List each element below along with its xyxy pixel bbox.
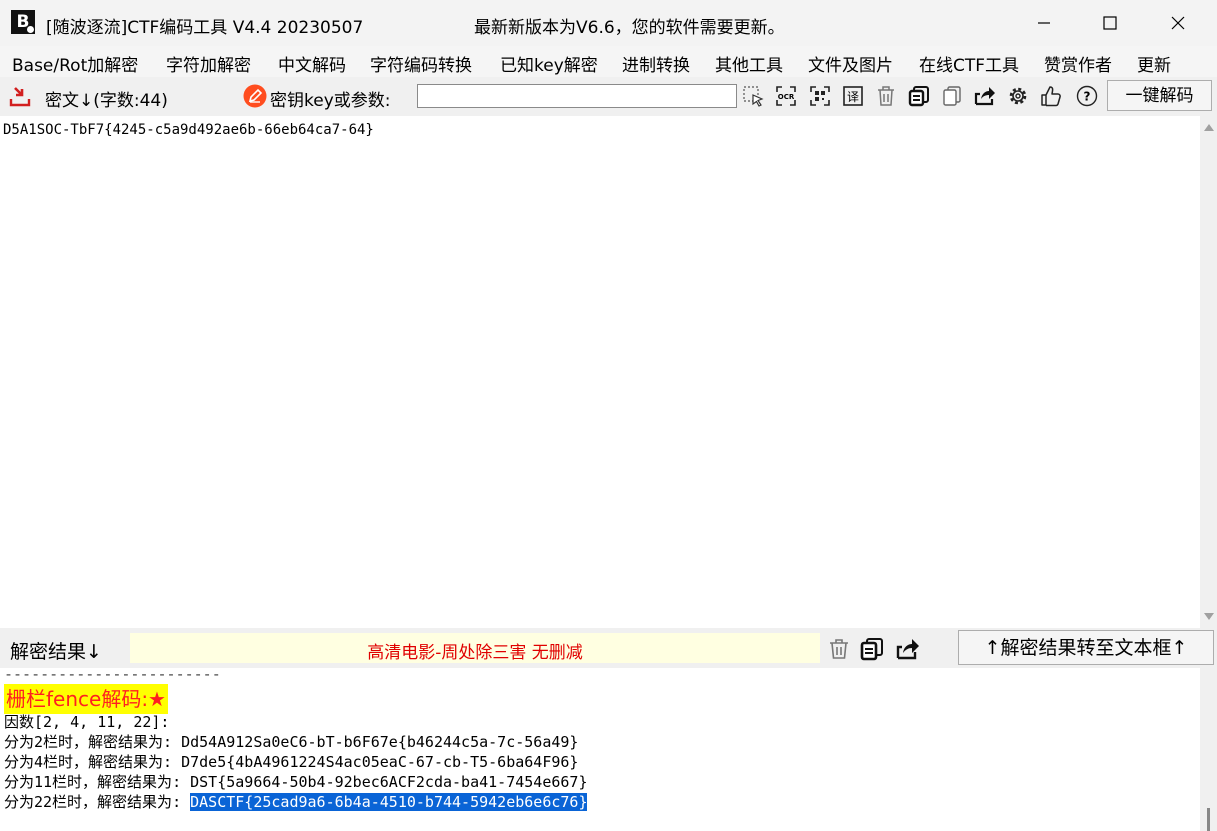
cipher-textarea[interactable] <box>0 116 1200 628</box>
fence-decode-title: 栅栏fence解码:★ <box>4 684 168 714</box>
qrcode-icon[interactable] <box>809 85 831 107</box>
menu-update[interactable]: 更新 <box>1137 51 1171 76</box>
one-key-decode-button[interactable]: 一键解码 <box>1107 80 1212 111</box>
result-scroll-thumb[interactable] <box>1207 808 1210 831</box>
ad-banner[interactable]: 高清电影-周处除三害 无删减 <box>130 633 820 663</box>
result-line-11: 分为11栏时，解密结果为: DST{5a9664-50b4-92bec6ACF2… <box>4 773 588 791</box>
ad-text[interactable]: 高清电影-周处除三害 无删减 <box>130 638 820 663</box>
title-bar: B [随波逐流]CTF编码工具 V4.4 20230507 最新新版本为V6.6… <box>0 0 1217 46</box>
cipher-label: 密文↓(字数:44) <box>45 91 168 111</box>
close-icon <box>1171 16 1185 30</box>
translate-icon[interactable]: 译 <box>842 85 864 107</box>
menu-char-crypt[interactable]: 字符加解密 <box>166 51 251 76</box>
svg-text:译: 译 <box>847 90 859 104</box>
cipher-text: D5A1SOC-TbF7{4245-c5a9d492ae6b-66eb64ca7… <box>3 122 374 138</box>
menu-base-convert[interactable]: 进制转换 <box>622 51 690 76</box>
menu-charset-convert[interactable]: 字符编码转换 <box>370 51 472 76</box>
app-logo: B <box>11 10 35 34</box>
result-textarea[interactable]: ------------------------ 因数[2, 4, 11, 22… <box>0 668 1200 831</box>
transfer-result-button[interactable]: ↑解密结果转至文本框↑ <box>958 630 1214 665</box>
menu-donate[interactable]: 赞赏作者 <box>1044 51 1112 76</box>
menu-chinese-decode[interactable]: 中文解码 <box>278 51 346 76</box>
input-scrollbar[interactable] <box>1200 116 1217 628</box>
minimize-button[interactable] <box>1010 0 1078 46</box>
key-edit-icon[interactable] <box>243 84 267 108</box>
key-label: 密钥key或参数: <box>270 91 391 111</box>
scroll-down-icon[interactable] <box>1204 613 1214 620</box>
ocr-icon[interactable]: OCR <box>775 85 797 107</box>
menu-online-ctf[interactable]: 在线CTF工具 <box>919 51 1019 76</box>
thumbs-up-icon[interactable] <box>1040 85 1062 107</box>
result-line-22: 分为22栏时，解密结果为: DASCTF{25cad9a6-6b4a-4510-… <box>4 792 588 812</box>
result-label: 解密结果↓ <box>10 641 102 663</box>
result-divider: ------------------------ <box>4 668 221 683</box>
share-icon[interactable] <box>974 85 996 107</box>
menu-other-tools[interactable]: 其他工具 <box>715 51 783 76</box>
result-clear-icon[interactable] <box>827 637 851 661</box>
result-scrollbar[interactable] <box>1200 668 1217 831</box>
selected-flag-text[interactable]: DASCTF{25cad9a6-6b4a-4510-b744-5942eb6e6… <box>190 793 588 811</box>
result-copy-icon[interactable] <box>860 637 884 661</box>
scroll-up-icon[interactable] <box>1204 124 1214 131</box>
menu-known-key[interactable]: 已知key解密 <box>500 51 598 76</box>
menu-file-image[interactable]: 文件及图片 <box>808 51 893 76</box>
import-icon[interactable] <box>9 85 31 107</box>
result-line-4: 分为4栏时，解密结果为: D7de5{4bA4961224S4ac05eaC-6… <box>4 753 579 771</box>
close-button[interactable] <box>1144 0 1212 46</box>
result-bar: 解密结果↓ 高清电影-周处除三害 无删减 ↑解密结果转至文本框↑ <box>0 628 1217 668</box>
result-line-22-prefix: 分为22栏时，解密结果为: <box>4 793 191 811</box>
svg-text:OCR: OCR <box>778 93 795 101</box>
gear-icon[interactable] <box>1007 85 1029 107</box>
select-region-icon[interactable] <box>742 85 764 107</box>
result-share-icon[interactable] <box>896 637 920 661</box>
minimize-icon <box>1038 22 1050 24</box>
maximize-button[interactable] <box>1076 0 1144 46</box>
window-title: [随波逐流]CTF编码工具 V4.4 20230507 <box>46 18 364 38</box>
factors-line: 因数[2, 4, 11, 22]: <box>4 713 170 731</box>
svg-text:?: ? <box>1084 90 1091 104</box>
help-icon[interactable]: ? <box>1076 85 1098 107</box>
update-notice: 最新新版本为V6.6，您的软件需要更新。 <box>474 18 785 38</box>
menu-bar: Base/Rot加解密 字符加解密 中文解码 字符编码转换 已知key解密 进制… <box>0 46 1217 77</box>
copy-icon[interactable] <box>908 85 930 107</box>
maximize-icon <box>1103 16 1117 30</box>
menu-base-rot[interactable]: Base/Rot加解密 <box>12 51 138 76</box>
paste-icon[interactable] <box>941 85 963 107</box>
result-line-2: 分为2栏时，解密结果为: Dd54A912Sa0eC6-bT-b6F67e{b4… <box>4 733 579 751</box>
clear-trash-icon[interactable] <box>875 85 897 107</box>
key-input[interactable] <box>417 84 737 108</box>
